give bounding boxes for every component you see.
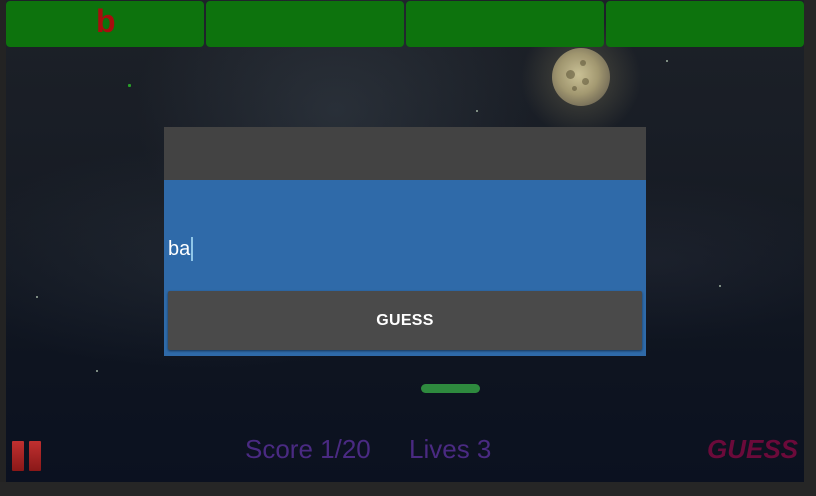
letter-slot	[606, 1, 804, 47]
moon-decoration	[552, 48, 610, 106]
star-decoration	[719, 285, 721, 287]
screen-edge	[0, 482, 816, 496]
player-paddle[interactable]	[421, 384, 480, 393]
lives-label: Lives 3	[409, 434, 492, 464]
guess-dialog: ba GUESS	[164, 127, 646, 356]
hud-guess-button[interactable]: GUESS	[707, 433, 798, 465]
letter-slot	[206, 1, 404, 47]
star-decoration	[36, 296, 38, 298]
dialog-body: ba GUESS	[164, 180, 646, 356]
star-decoration	[476, 110, 478, 112]
dialog-guess-button[interactable]: GUESS	[168, 291, 642, 350]
star-decoration	[666, 60, 668, 62]
screen-edge	[804, 0, 816, 482]
pause-icon[interactable]	[12, 441, 42, 471]
dialog-header	[164, 127, 646, 180]
text-caret	[191, 237, 193, 261]
guess-input[interactable]: ba	[168, 237, 638, 261]
guess-input-value: ba	[168, 238, 191, 260]
letter-slot	[406, 1, 604, 47]
star-decoration	[96, 370, 98, 372]
score-label: Score 1/20	[245, 434, 371, 464]
star-decoration	[128, 84, 131, 87]
slot-letter: b	[96, 3, 116, 39]
game-screen: b ba GUESS Score 1/20 Lives 3 GUESS	[0, 0, 816, 496]
letter-slot: b	[6, 1, 204, 47]
word-letter-slots: b	[6, 1, 804, 48]
